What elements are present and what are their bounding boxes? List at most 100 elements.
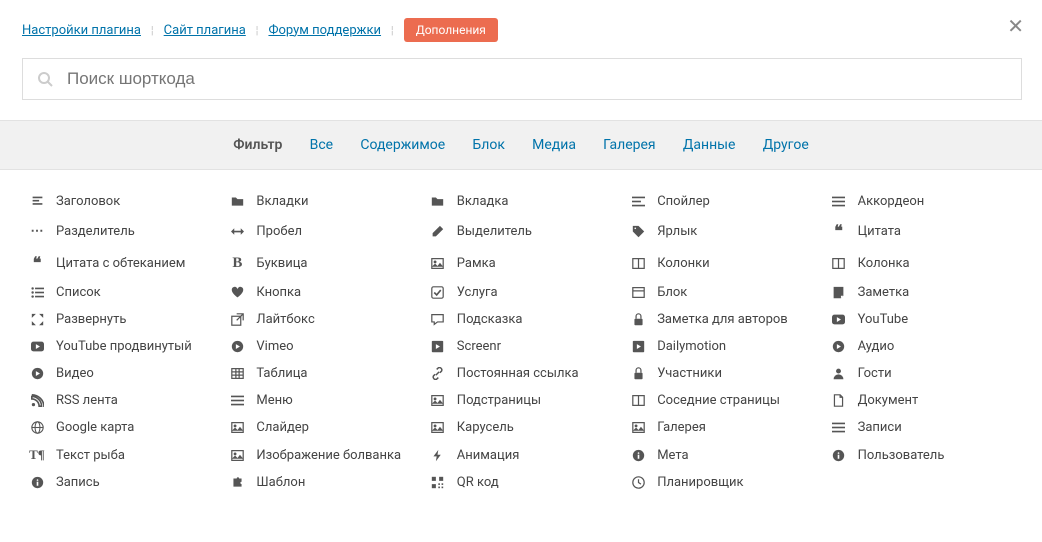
shortcode-item[interactable]: YouTube продвинутый xyxy=(24,333,220,360)
filter-all[interactable]: Все xyxy=(310,137,333,153)
filter-gallery[interactable]: Галерея xyxy=(603,137,655,153)
shortcode-item[interactable]: BБуквица xyxy=(224,247,420,279)
search-container xyxy=(22,58,1022,100)
shortcode-label: Планировщик xyxy=(657,475,743,490)
shortcode-item[interactable]: Услуга xyxy=(425,279,621,306)
lock-icon xyxy=(629,367,647,380)
shortcode-item[interactable]: Постоянная ссылка xyxy=(425,360,621,387)
play-circle-icon xyxy=(28,367,46,380)
filter-media[interactable]: Медиа xyxy=(532,137,576,153)
youtube-icon xyxy=(830,313,848,326)
nav-addons-button[interactable]: Дополнения xyxy=(404,18,498,42)
shortcode-item[interactable]: RSS лента xyxy=(24,387,220,414)
shortcode-item[interactable]: Пробел xyxy=(224,215,420,247)
shortcode-label: Вкладки xyxy=(256,194,308,209)
shortcode-item[interactable]: Слайдер xyxy=(224,414,420,441)
filter-content[interactable]: Содержимое xyxy=(360,137,445,153)
external-icon xyxy=(228,313,246,326)
shortcode-item[interactable]: ❝Цитата с обтеканием xyxy=(24,247,220,279)
search-input[interactable] xyxy=(67,69,1007,89)
shortcode-item[interactable]: Изображение болванка xyxy=(224,441,420,469)
shortcode-item[interactable]: Меню xyxy=(224,387,420,414)
shortcode-item[interactable]: Подсказка xyxy=(425,306,621,333)
shortcode-item[interactable]: Мета xyxy=(625,441,821,469)
nav-forum-link[interactable]: Форум поддержки xyxy=(268,23,381,38)
shortcode-item[interactable]: Пользователь xyxy=(826,441,1022,469)
shortcode-item[interactable]: Подстраницы xyxy=(425,387,621,414)
shortcode-label: Записи xyxy=(858,420,902,435)
shortcode-item[interactable]: ❝Цитата xyxy=(826,215,1022,247)
filter-other[interactable]: Другое xyxy=(763,137,809,153)
shortcode-item[interactable]: Google карта xyxy=(24,414,220,441)
shortcode-item[interactable]: Развернуть xyxy=(24,306,220,333)
pencil-icon xyxy=(429,225,447,238)
shortcode-item[interactable]: Анимация xyxy=(425,441,621,469)
shortcode-item[interactable]: Галерея xyxy=(625,414,821,441)
image-icon xyxy=(429,394,447,407)
shortcode-item[interactable]: Выделитель xyxy=(425,215,621,247)
shortcode-item[interactable]: Планировщик xyxy=(625,469,821,496)
image-icon xyxy=(629,421,647,434)
shortcode-item[interactable]: Кнопка xyxy=(224,279,420,306)
shortcode-label: Анимация xyxy=(457,448,520,463)
shortcode-item[interactable]: Шаблон xyxy=(224,469,420,496)
shortcode-item[interactable]: Блок xyxy=(625,279,821,306)
shortcode-item[interactable]: Колонка xyxy=(826,247,1022,279)
columns-icon xyxy=(830,257,848,270)
shortcode-label: Рамка xyxy=(457,256,496,271)
shortcode-item[interactable]: Заметка xyxy=(826,279,1022,306)
user-icon xyxy=(830,367,848,380)
shortcode-item[interactable]: Запись xyxy=(24,469,220,496)
shortcode-item[interactable]: Соседние страницы xyxy=(625,387,821,414)
shortcode-item[interactable]: Записи xyxy=(826,414,1022,441)
list-icon xyxy=(830,195,848,208)
shortcode-item[interactable]: Заметка для авторов xyxy=(625,306,821,333)
shortcode-item[interactable]: Аккордеон xyxy=(826,188,1022,215)
shortcode-item[interactable]: YouTube xyxy=(826,306,1022,333)
shortcode-item[interactable]: Рамка xyxy=(425,247,621,279)
shortcode-item[interactable]: Участники xyxy=(625,360,821,387)
shortcode-label: YouTube продвинутый xyxy=(56,339,192,354)
shortcode-item[interactable]: Колонки xyxy=(625,247,821,279)
shortcode-item[interactable]: Dailymotion xyxy=(625,333,821,360)
shortcode-item[interactable]: Screenr xyxy=(425,333,621,360)
shortcode-label: Гости xyxy=(858,366,892,381)
shortcode-item[interactable]: Список xyxy=(24,279,220,306)
nav-settings-link[interactable]: Настройки плагина xyxy=(22,23,141,38)
filter-bar: Фильтр Все Содержимое Блок Медиа Галерея… xyxy=(0,120,1042,170)
shortcode-item[interactable]: Ярлык xyxy=(625,215,821,247)
link-icon xyxy=(429,367,447,380)
shortcode-item[interactable]: Спойлер xyxy=(625,188,821,215)
nav-site-link[interactable]: Сайт плагина xyxy=(164,23,246,38)
shortcode-item[interactable]: Вкладки xyxy=(224,188,420,215)
shortcode-label: Список xyxy=(56,285,101,300)
shortcode-label: Пользователь xyxy=(858,448,945,463)
nav-separator: ¦ xyxy=(256,24,259,37)
shortcode-label: Документ xyxy=(858,393,919,408)
header-icon xyxy=(28,195,46,208)
shortcode-item[interactable]: Аудио xyxy=(826,333,1022,360)
shortcode-item[interactable]: T¶Текст рыба xyxy=(24,441,220,469)
shortcode-label: Цитата xyxy=(858,224,901,239)
filter-data[interactable]: Данные xyxy=(683,137,736,153)
shortcode-item[interactable]: Таблица xyxy=(224,360,420,387)
shortcode-item[interactable]: Лайтбокс xyxy=(224,306,420,333)
bars-icon xyxy=(228,394,246,407)
shortcode-item[interactable]: Vimeo xyxy=(224,333,420,360)
shortcode-item[interactable]: ⋯Разделитель xyxy=(24,215,220,247)
shortcode-item[interactable]: Вкладка xyxy=(425,188,621,215)
shortcode-item[interactable]: Документ xyxy=(826,387,1022,414)
shortcode-item[interactable]: Видео xyxy=(24,360,220,387)
shortcode-label: Аудио xyxy=(858,339,895,354)
filter-block[interactable]: Блок xyxy=(472,137,504,153)
image-icon xyxy=(429,257,447,270)
shortcode-grid: Заголовок Вкладки ВкладкаСпойлерАккордеон ⋯… xyxy=(0,170,1042,504)
shortcode-item[interactable]: Гости xyxy=(826,360,1022,387)
shortcode-label: Подстраницы xyxy=(457,393,541,408)
shortcode-item[interactable]: Карусель xyxy=(425,414,621,441)
close-icon[interactable]: ✕ xyxy=(1007,14,1024,38)
shortcode-label: Соседние страницы xyxy=(657,393,780,408)
shortcode-label: Таблица xyxy=(256,366,307,381)
shortcode-item[interactable]: QR код xyxy=(425,469,621,496)
shortcode-item[interactable]: Заголовок xyxy=(24,188,220,215)
